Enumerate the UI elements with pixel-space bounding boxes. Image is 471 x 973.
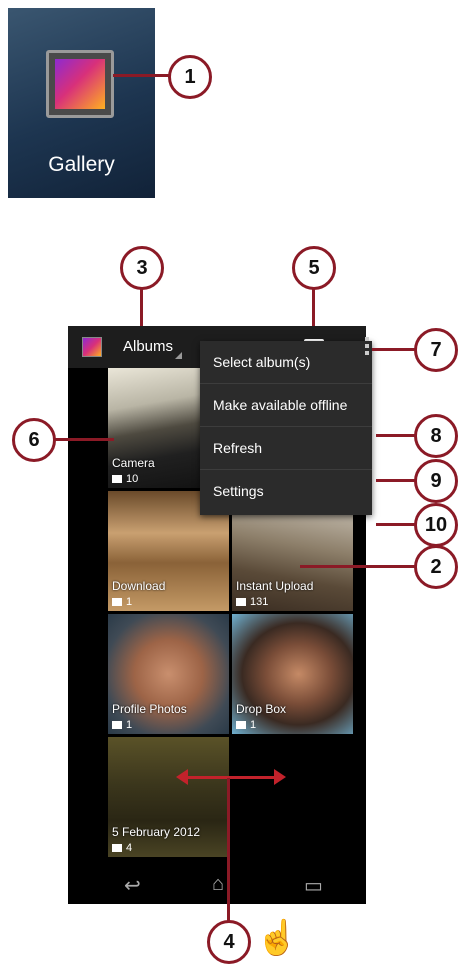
- album-name: Drop Box: [236, 702, 287, 716]
- album-tile-drop-box[interactable]: Drop Box 1: [232, 614, 353, 734]
- overflow-menu: Select album(s) Make available offline R…: [200, 341, 372, 515]
- picasa-icon: [112, 721, 122, 730]
- gallery-app-icon[interactable]: [46, 50, 114, 118]
- callout-4: 4: [207, 920, 251, 964]
- overflow-menu-icon[interactable]: [365, 337, 369, 357]
- album-count: 1: [112, 719, 132, 731]
- callout-6-leader: [54, 438, 114, 441]
- phone-screen: Albums Camera 10 Download 1 Instant Uplo…: [68, 326, 372, 904]
- gallery-icon-image: [55, 59, 105, 109]
- camera-small-icon: [112, 475, 122, 484]
- folder-icon: [112, 598, 122, 607]
- picasa-icon: [112, 844, 122, 853]
- callout-1-leader: [113, 74, 170, 77]
- swipe-arrow-right-head: [274, 769, 286, 785]
- album-count: 1: [236, 719, 256, 731]
- album-count: 1: [112, 596, 132, 608]
- gallery-app-label: Gallery: [48, 153, 115, 176]
- callout-4-leader: [227, 778, 230, 922]
- home-icon[interactable]: ⌂: [212, 873, 224, 896]
- callout-2: 2: [414, 545, 458, 589]
- albums-dropdown[interactable]: Albums: [123, 338, 173, 355]
- menu-item-refresh[interactable]: Refresh: [200, 427, 372, 470]
- album-count: 10: [112, 473, 138, 485]
- dropdown-caret-icon: [175, 352, 182, 359]
- album-tile-profile-photos[interactable]: Profile Photos 1: [108, 614, 229, 734]
- callout-9: 9: [414, 459, 458, 503]
- album-name: Instant Upload: [236, 579, 314, 593]
- album-name: Profile Photos: [112, 702, 187, 716]
- album-tile-5-february-2012[interactable]: 5 February 2012 4: [108, 737, 229, 857]
- menu-item-select-albums[interactable]: Select album(s): [200, 341, 372, 384]
- navigation-bar: ↩ ⌂ ▭: [68, 858, 366, 904]
- recent-apps-icon[interactable]: ▭: [304, 873, 323, 898]
- callout-1: 1: [168, 55, 212, 99]
- callout-5: 5: [292, 246, 336, 290]
- menu-item-settings[interactable]: Settings: [200, 470, 372, 513]
- picasa-icon: [236, 721, 246, 730]
- album-count: 4: [112, 842, 132, 854]
- overflow-dot: [365, 344, 369, 348]
- album-name: Download: [112, 579, 166, 593]
- callout-8: 8: [414, 414, 458, 458]
- callout-6: 6: [12, 418, 56, 462]
- callout-2-leader: [300, 565, 416, 568]
- swipe-arrow-left-head: [176, 769, 188, 785]
- overflow-dot: [365, 351, 369, 355]
- swipe-gesture-hand-icon: ☝: [256, 919, 299, 957]
- callout-7: 7: [414, 328, 458, 372]
- album-name: Camera: [112, 456, 155, 470]
- album-count: 131: [236, 596, 268, 608]
- overflow-dot: [365, 337, 369, 341]
- launcher-panel: Gallery: [8, 8, 155, 198]
- callout-9-leader: [376, 479, 416, 482]
- album-name: 5 February 2012: [112, 825, 201, 839]
- callout-10-leader: [376, 523, 416, 526]
- menu-item-make-available-offline[interactable]: Make available offline: [200, 384, 372, 427]
- back-icon[interactable]: ↩: [124, 873, 141, 898]
- callout-10: 10: [414, 503, 458, 547]
- gallery-app-icon-small[interactable]: [82, 337, 102, 357]
- callout-7-leader: [372, 348, 416, 351]
- picasa-icon: [236, 598, 246, 607]
- callout-3: 3: [120, 246, 164, 290]
- callout-8-leader: [376, 434, 416, 437]
